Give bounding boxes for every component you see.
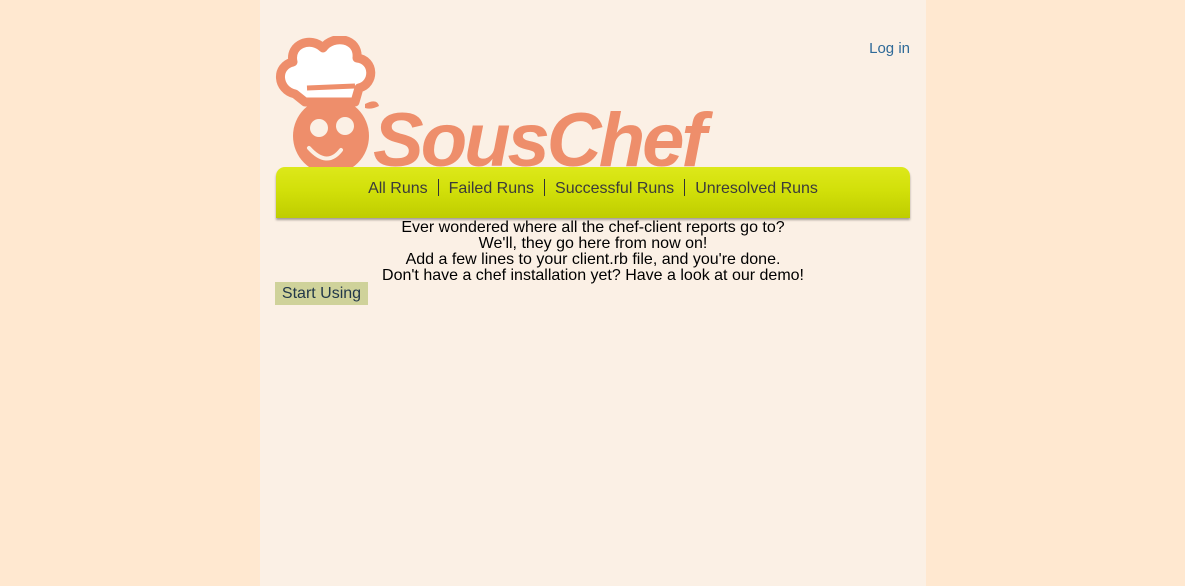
login-link[interactable]: Log in <box>869 40 910 57</box>
souschef-logo[interactable]: SousChef <box>275 36 735 186</box>
chef-hat-icon <box>276 36 376 107</box>
intro-text: Ever wondered where all the chef-client … <box>276 220 910 284</box>
intro-line: Add a few lines to your client.rb file, … <box>405 251 781 268</box>
intro-line: We'll, they go here from now on! <box>478 235 708 252</box>
intro-line: Ever wondered where all the chef-client … <box>401 219 785 236</box>
nav-failed-runs[interactable]: Failed Runs <box>439 180 544 198</box>
nav-all-runs[interactable]: All Runs <box>358 180 438 198</box>
nav-unresolved-runs[interactable]: Unresolved Runs <box>685 180 828 198</box>
main-nav-bar: All Runs Failed Runs Successful Runs Unreso… <box>276 167 910 218</box>
start-using-button[interactable]: Start Using <box>275 282 368 305</box>
nav-successful-runs[interactable]: Successful Runs <box>545 180 684 198</box>
intro-line: Don't have a chef installation yet? Have… <box>382 267 804 284</box>
nav-items: All Runs Failed Runs Successful Runs Unreso… <box>276 179 910 198</box>
page-container: Log in SousChef All Runs Failed Runs Succe… <box>260 0 926 586</box>
chef-face-icon <box>293 98 379 174</box>
